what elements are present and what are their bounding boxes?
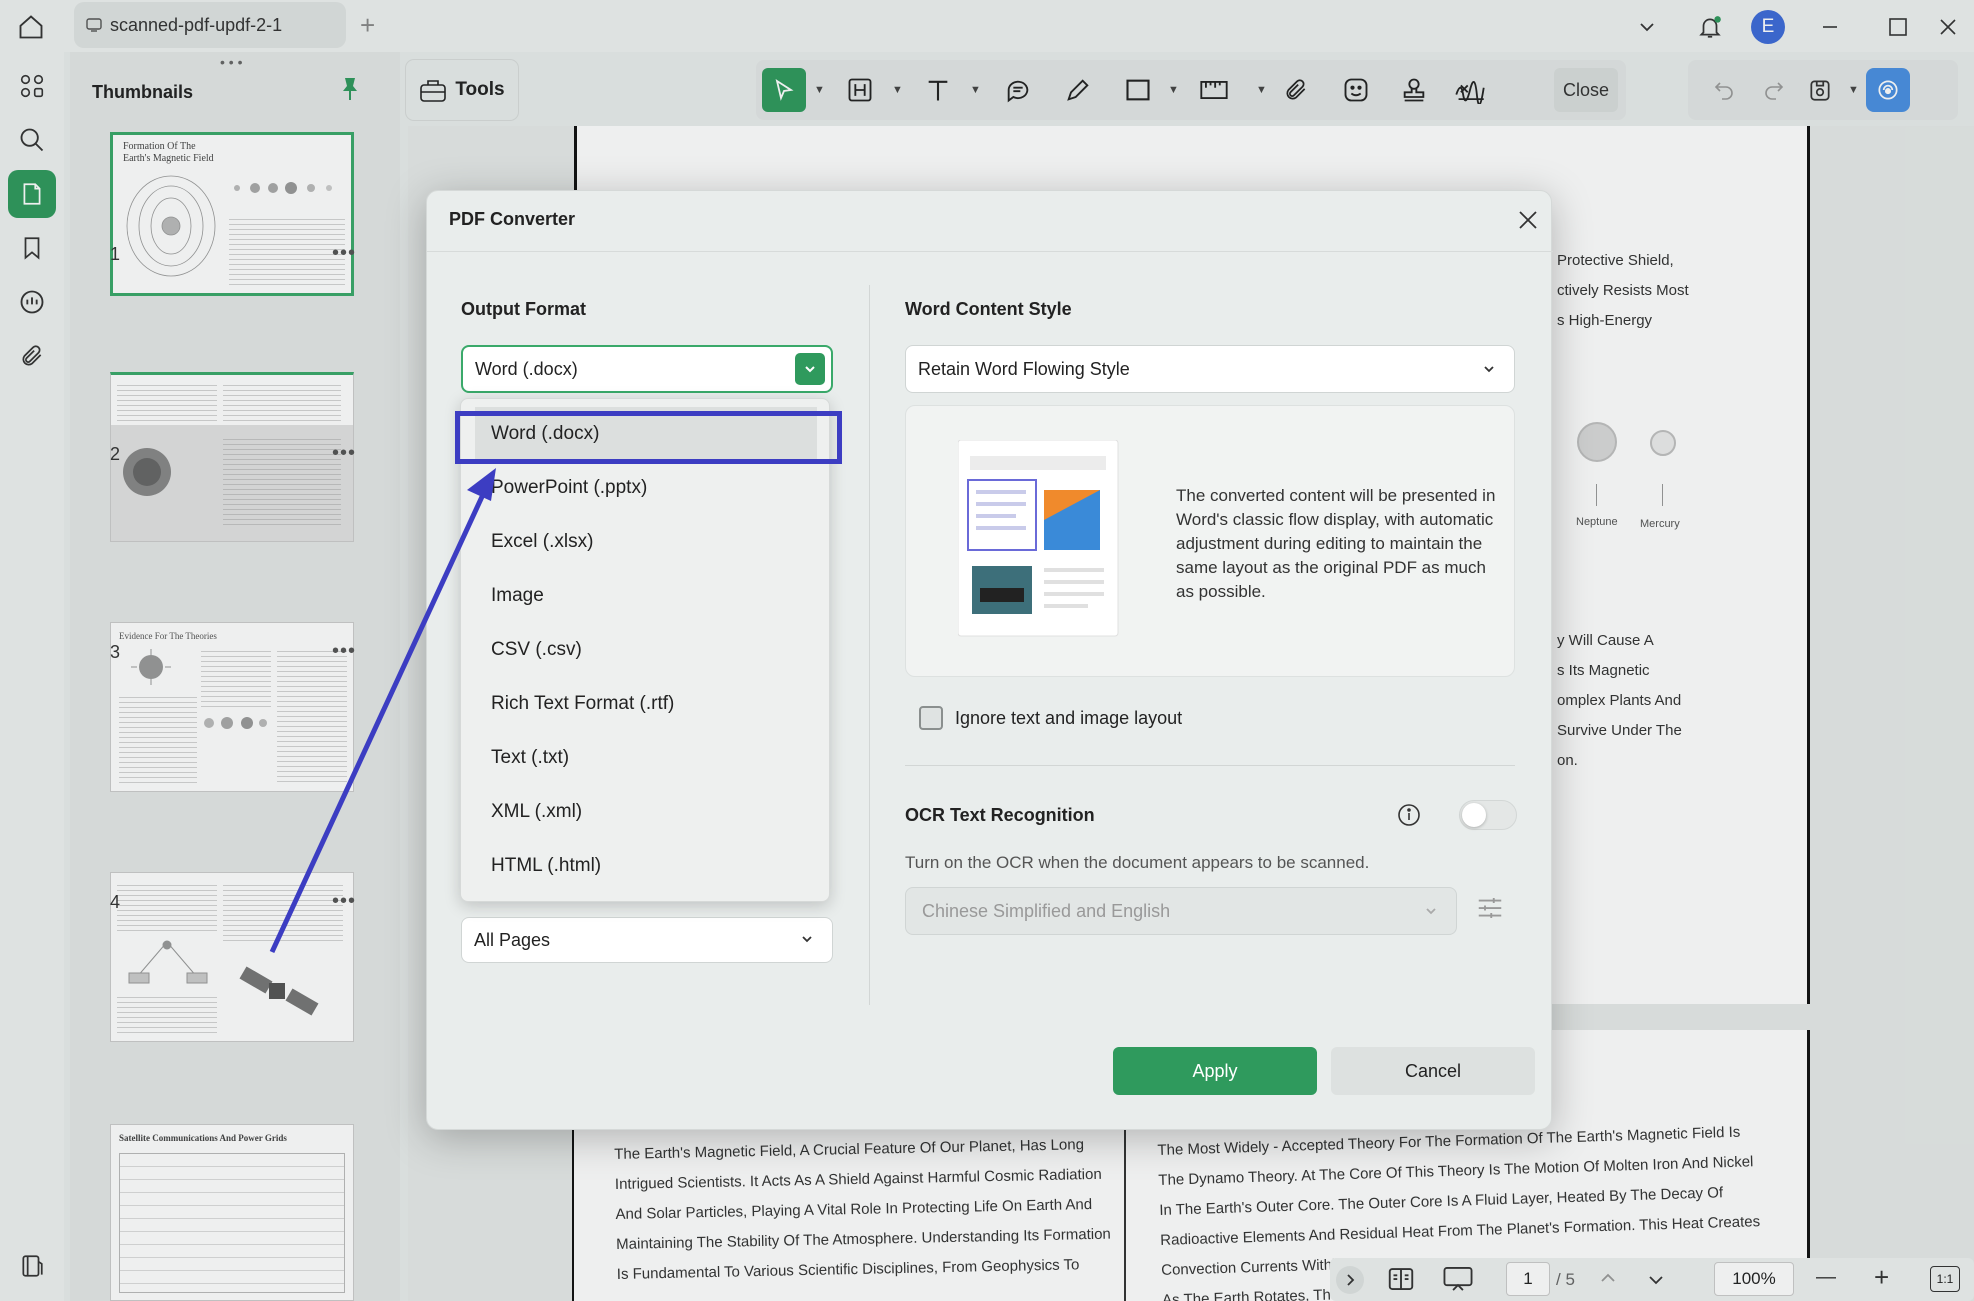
ocr-settings-button[interactable] (1475, 893, 1505, 928)
output-format-dropdown-list: Word (.docx) PowerPoint (.pptx) Excel (.… (460, 398, 830, 902)
ocr-hint: Turn on the OCR when the document appear… (905, 853, 1370, 872)
page-range-value: All Pages (474, 929, 551, 950)
ignore-layout-label: Ignore text and image layout (955, 708, 1183, 728)
format-option-rtf[interactable]: Rich Text Format (.rtf) (461, 677, 831, 731)
apply-button[interactable]: Apply (1113, 1047, 1317, 1095)
word-document-preview-illustration (958, 440, 1119, 637)
toggle-knob (1462, 803, 1486, 827)
style-preview-card: The converted content will be presented … (905, 405, 1515, 677)
chevron-down-icon (1484, 366, 1494, 373)
format-option-excel[interactable]: Excel (.xlsx) (461, 515, 831, 569)
dialog-title: PDF Converter (449, 209, 576, 229)
format-option-csv[interactable]: CSV (.csv) (461, 623, 831, 677)
chevron-down-icon (802, 936, 812, 943)
word-content-style-title: Word Content Style (905, 299, 1072, 319)
format-option-powerpoint[interactable]: PowerPoint (.pptx) (461, 461, 831, 515)
format-option-image[interactable]: Image (461, 569, 831, 623)
close-icon (1519, 211, 1537, 229)
output-format-value: Word (.docx) (475, 358, 578, 379)
dialog-close-button[interactable] (1513, 205, 1543, 235)
dropdown-toggle[interactable] (795, 353, 825, 385)
ocr-language-value: Chinese Simplified and English (922, 900, 1171, 921)
cancel-button[interactable]: Cancel (1331, 1047, 1535, 1095)
output-format-title: Output Format (461, 299, 586, 319)
ocr-toggle[interactable] (1459, 800, 1517, 830)
divider (869, 285, 870, 1005)
chevron-down-icon (1426, 908, 1436, 915)
ocr-language-select[interactable]: Chinese Simplified and English (905, 887, 1457, 935)
style-description: The converted content will be presented … (1176, 486, 1496, 601)
word-content-style-value: Retain Word Flowing Style (918, 358, 1130, 379)
format-option-html[interactable]: HTML (.html) (461, 839, 831, 893)
word-content-style-select[interactable]: Retain Word Flowing Style (905, 345, 1515, 393)
divider (427, 251, 1553, 252)
info-icon (1398, 804, 1420, 826)
output-format-select[interactable]: Word (.docx) (461, 345, 833, 393)
chevron-down-icon (805, 366, 815, 373)
format-option-xml[interactable]: XML (.xml) (461, 785, 831, 839)
ignore-layout-checkbox[interactable] (919, 706, 943, 730)
format-option-text[interactable]: Text (.txt) (461, 731, 831, 785)
page-range-select[interactable]: All Pages (461, 917, 833, 963)
ocr-info-button[interactable] (1397, 803, 1421, 832)
divider (905, 765, 1515, 766)
tutorial-highlight-box (455, 411, 842, 464)
sliders-icon (1478, 898, 1502, 918)
ocr-title: OCR Text Recognition (905, 805, 1095, 825)
